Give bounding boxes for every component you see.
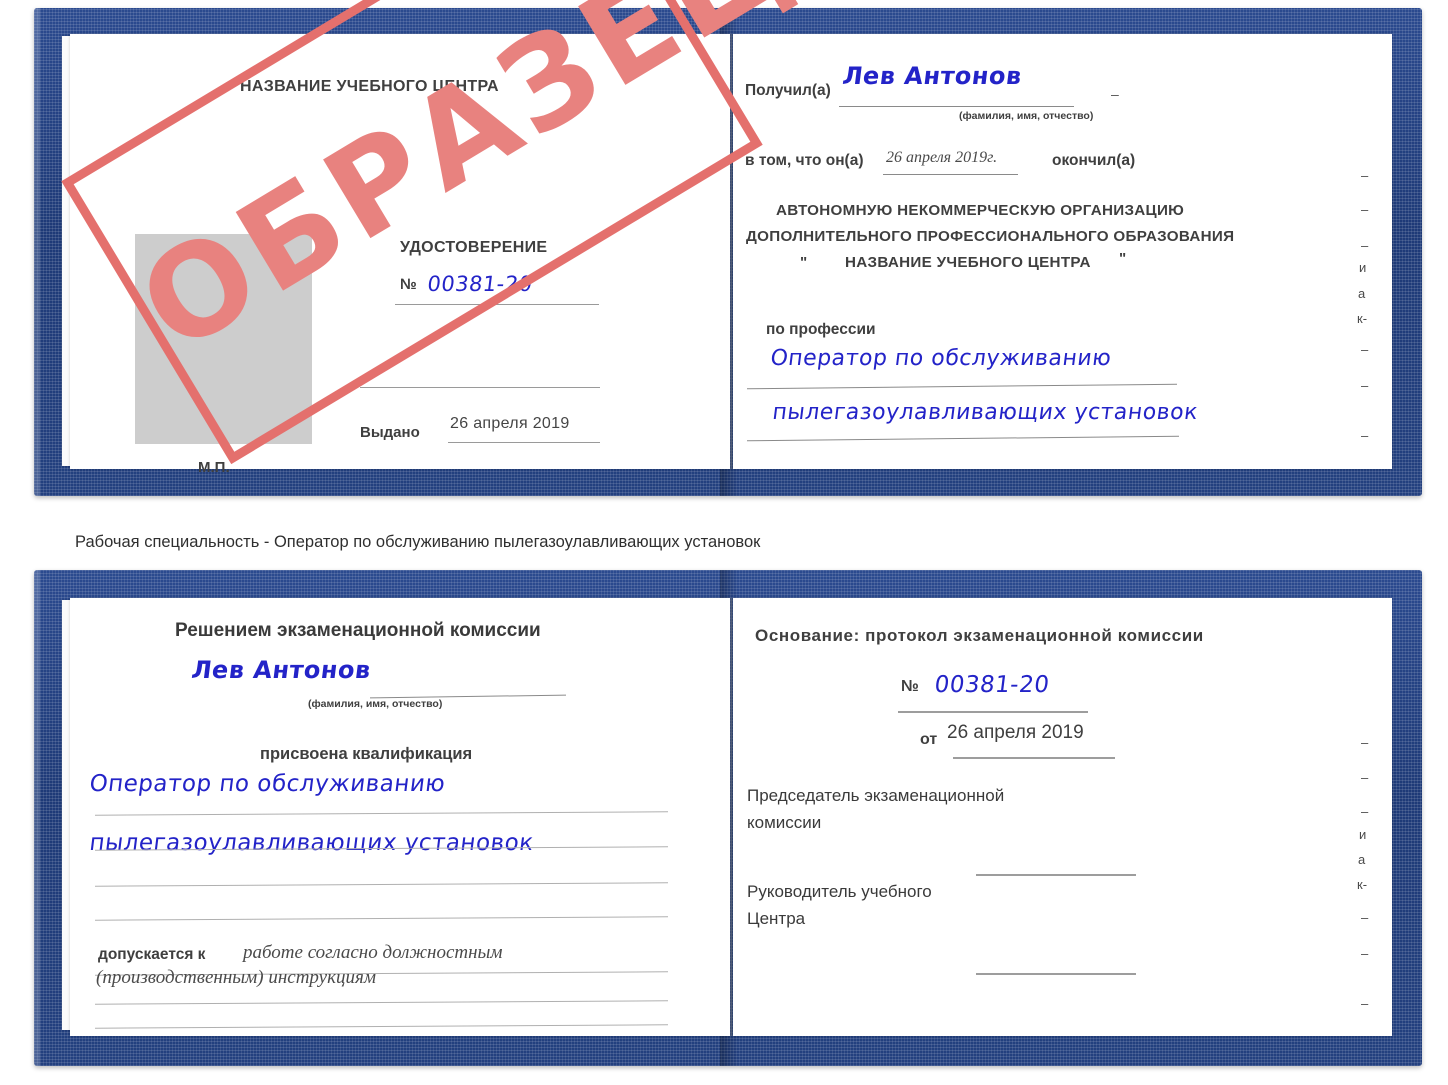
edge-fragment-3: – — [1361, 238, 1369, 253]
org-line1-top-right: АВТОНОМНУЮ НЕКОММЕРЧЕСКУЮ ОРГАНИЗАЦИЮ — [776, 202, 1185, 219]
issued-label-top-left: Выдано — [360, 424, 420, 441]
admitted-rule-3 — [95, 1024, 668, 1029]
page-stack-edge-bottom — [62, 600, 70, 1030]
edge-dash-top-right-0: – — [1111, 86, 1119, 102]
received-label-top-right: Получил(а) — [745, 82, 831, 99]
profession-rule-1 — [747, 383, 1177, 390]
certificate-bottom: Решением экзаменационной комиссии Лев Ан… — [34, 570, 1422, 1066]
fio-hint-bottom-left: (фамилия, имя, отчество) — [308, 698, 443, 710]
edge-fragment-7: – — [1361, 342, 1369, 357]
qual-rule-1 — [95, 811, 668, 816]
protocol-number-label-bottom-right: № — [901, 678, 919, 695]
certificate-bottom-right-page: Основание: протокол экзаменационной коми… — [733, 598, 1392, 1036]
photo-placeholder — [135, 234, 312, 444]
edge-fragment-b2: – — [1361, 770, 1369, 785]
qual-rule-4 — [95, 916, 668, 921]
number-rule-top-left — [395, 304, 599, 305]
finished-label-top-right: окончил(а) — [1052, 152, 1136, 169]
completion-date-rule — [883, 174, 1018, 175]
completion-date-top-right: 26 апреля 2019г. — [886, 149, 998, 166]
edge-fragment-b1: – — [1361, 735, 1369, 750]
chairman-signature-rule — [976, 874, 1136, 876]
edge-fragment-4: и — [1359, 260, 1367, 275]
profession-line1-top-right: Оператор по обслуживанию — [769, 346, 1113, 371]
certificate-top: НАЗВАНИЕ УЧЕБНОГО ЦЕНТРА УДОСТОВЕРЕНИЕ №… — [34, 0, 1422, 496]
org-quote-close-top-right: " — [1119, 250, 1127, 267]
edge-fragment-8: – — [1361, 378, 1369, 393]
decision-title-bottom-left: Решением экзаменационной комиссии — [175, 620, 541, 641]
admitted-line2-bottom-left: (производственным) инструкциям — [96, 967, 376, 988]
basis-label-bottom-right: Основание: протокол экзаменационной коми… — [755, 626, 1204, 645]
edge-fragment-b4: и — [1359, 827, 1367, 842]
edge-fragment-b6: к- — [1357, 877, 1368, 892]
edge-fragment-b3: – — [1361, 804, 1369, 819]
org-line3-top-right: НАЗВАНИЕ УЧЕБНОГО ЦЕНТРА — [845, 254, 1091, 271]
edge-fragment-9: – — [1361, 428, 1369, 443]
edge-fragment-5: а — [1358, 286, 1366, 301]
edge-fragment-b8: – — [1361, 946, 1369, 961]
edge-fragment-1: – — [1361, 168, 1369, 183]
fio-hint-top-right: (фамилия, имя, отчество) — [959, 110, 1094, 122]
certificate-bottom-left-page: Решением экзаменационной комиссии Лев Ан… — [70, 598, 730, 1036]
edge-fragment-b5: а — [1358, 852, 1366, 867]
protocol-date-rule — [953, 757, 1115, 759]
edge-fragment-b9: – — [1361, 996, 1369, 1011]
qual-rule-3 — [95, 882, 668, 887]
admitted-label-bottom-left: допускается к — [98, 946, 206, 963]
admitted-line1-bottom-left: работе согласно должностным — [243, 942, 503, 963]
certificate-top-right-page: Получил(а) Лев Антонов (фамилия, имя, от… — [733, 34, 1392, 469]
edge-fragment-2: – — [1361, 202, 1369, 217]
name-value-bottom-left: Лев Антонов — [190, 656, 373, 684]
page-caption: Рабочая специальность - Оператор по обсл… — [75, 533, 761, 551]
qualification-line2-bottom-left: пылегазоулавливающих установок — [88, 830, 536, 856]
head-signature-rule — [976, 973, 1136, 975]
seal-label-top-left: М.П. — [198, 459, 230, 476]
protocol-date-label-bottom-right: от — [920, 731, 938, 748]
org-title-top-left: НАЗВАНИЕ УЧЕБНОГО ЦЕНТРА — [240, 78, 499, 95]
protocol-date-value-bottom-right: 26 апреля 2019 — [947, 722, 1084, 743]
protocol-number-value-bottom-right: 00381-20 — [933, 672, 1051, 698]
number-value-top-left: 00381-20 — [426, 272, 535, 296]
profession-rule-2 — [747, 435, 1179, 442]
doc-title-top-left: УДОСТОВЕРЕНИЕ — [400, 239, 548, 256]
blank-rule-top-left — [360, 387, 600, 388]
protocol-number-rule — [898, 711, 1088, 713]
edge-fragment-6: к- — [1357, 311, 1368, 326]
head-line2-bottom-right: Центра — [747, 909, 806, 928]
edge-fragment-b7: – — [1361, 910, 1369, 925]
certificate-top-left-page: НАЗВАНИЕ УЧЕБНОГО ЦЕНТРА УДОСТОВЕРЕНИЕ №… — [70, 34, 730, 476]
chairman-line2-bottom-right: комиссии — [747, 813, 822, 832]
page-stack-edge — [62, 36, 70, 466]
qualification-line1-bottom-left: Оператор по обслуживанию — [88, 771, 447, 797]
head-line1-bottom-right: Руководитель учебного — [747, 882, 932, 901]
received-rule-top-right — [839, 106, 1074, 107]
profession-line2-top-right: пылегазоулавливающих установок — [771, 400, 1200, 425]
received-value-top-right: Лев Антонов — [841, 62, 1024, 90]
org-line2-top-right: ДОПОЛНИТЕЛЬНОГО ПРОФЕССИОНАЛЬНОГО ОБРАЗО… — [746, 228, 1235, 245]
issued-value-top-left: 26 апреля 2019 — [450, 415, 570, 432]
qualification-label-bottom-left: присвоена квалификация — [260, 745, 473, 763]
profession-label-top-right: по профессии — [766, 321, 876, 338]
number-label-top-left: № — [400, 276, 417, 293]
issued-rule-top-left — [448, 442, 600, 443]
admitted-rule-2 — [95, 1000, 668, 1005]
chairman-line1-bottom-right: Председатель экзаменационной — [747, 786, 1005, 805]
in-that-label-top-right: в том, что он(а) — [745, 152, 864, 169]
org-quote-open-top-right: " — [800, 254, 808, 271]
